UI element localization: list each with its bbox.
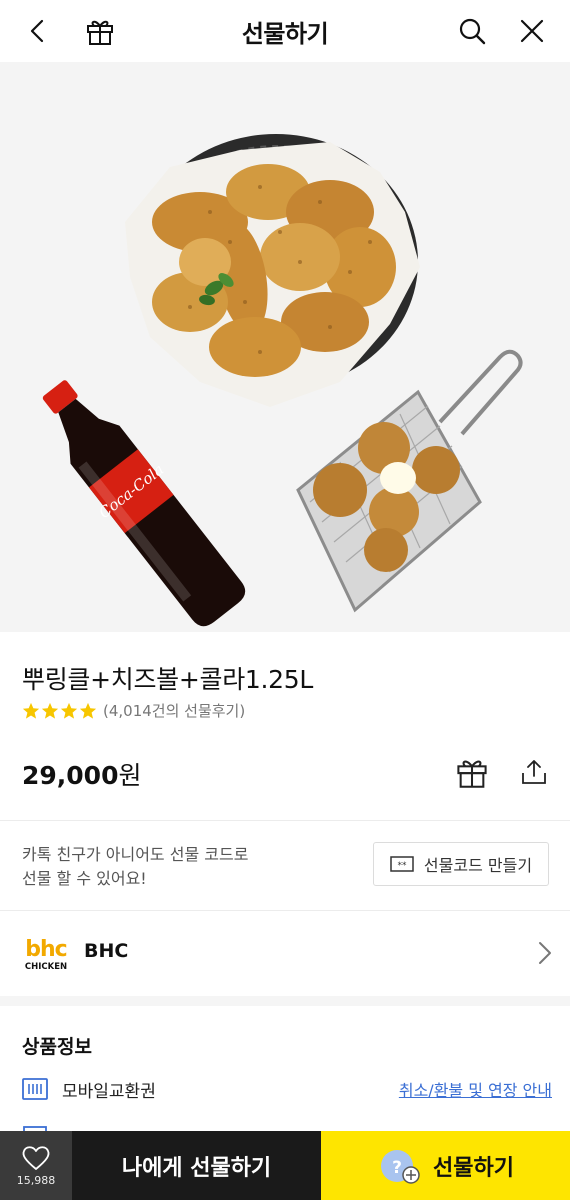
star-icon (60, 702, 78, 719)
info-label-voucher: 모바일교환권 (62, 1081, 156, 1102)
gift-to-self-label: 나에게 선물하기 (121, 1155, 272, 1181)
make-gift-code-label: 선물코드 만들기 (423, 856, 533, 875)
like-count: 15,988 (16, 1173, 56, 1187)
gift-button[interactable]: ? 선물하기 (321, 1131, 570, 1200)
search-icon (459, 18, 486, 45)
search-button[interactable] (452, 11, 492, 51)
gift-friend-icon: ? (381, 1149, 420, 1184)
brand-logo-text-top: bhc (25, 937, 66, 962)
gift-wrap-button[interactable] (452, 752, 492, 792)
brand-row[interactable]: bhc CHICKEN BHC (0, 912, 570, 994)
chevron-right-icon (539, 942, 551, 964)
brand-name: BHC (84, 940, 129, 962)
gift-icon (457, 760, 487, 788)
heart-icon (22, 1145, 50, 1170)
svg-text:?: ? (392, 1158, 402, 1178)
top-app-bar: 선물하기 (0, 0, 570, 62)
section-divider (0, 996, 570, 1006)
rating-row[interactable]: (4,014건의 선물후기) (22, 700, 245, 721)
product-title: 뿌링클+치즈볼+콜라1.25L (22, 665, 313, 694)
brand-logo: bhc CHICKEN (24, 934, 68, 972)
product-photo: Coca-Cola (42, 134, 523, 627)
gift-code-desc-line2: 선물 할 수 있어요! (22, 869, 147, 888)
svg-text:**: ** (397, 861, 407, 871)
star-rating (22, 702, 97, 720)
barcode-icon (22, 1076, 48, 1102)
brand-logo-text-bottom: CHICKEN (25, 962, 67, 972)
close-icon (520, 19, 544, 43)
divider (0, 820, 570, 821)
share-icon (522, 760, 546, 784)
price: 29,000원 (22, 756, 142, 792)
close-button[interactable] (512, 11, 552, 51)
gift-label: 선물하기 (433, 1155, 514, 1181)
like-button[interactable]: 15,988 (0, 1131, 72, 1200)
gift-code-description: 카톡 친구가 아니어도 선물 코드로 선물 할 수 있어요! (22, 843, 248, 891)
share-button[interactable] (514, 752, 554, 792)
make-gift-code-button[interactable]: ** 선물코드 만들기 (373, 842, 549, 886)
star-icon (41, 702, 59, 719)
product-info-title: 상품정보 (22, 1036, 92, 1058)
product-image[interactable]: Coca-Cola (0, 62, 570, 632)
gift-to-self-button[interactable]: 나에게 선물하기 (72, 1131, 321, 1200)
review-count: (4,014건의 선물후기) (103, 702, 246, 720)
price-number: 29,000 (22, 761, 119, 790)
ticket-code-icon: ** (390, 856, 414, 872)
price-unit: 원 (118, 761, 142, 790)
bottom-action-bar: 15,988 나에게 선물하기 ? 선물하기 (0, 1131, 570, 1200)
divider (0, 910, 570, 911)
info-row-voucher: 모바일교환권 취소/환불 및 연장 안내 (22, 1074, 552, 1104)
gift-code-desc-line1: 카톡 친구가 아니어도 선물 코드로 (22, 845, 249, 864)
refund-policy-link[interactable]: 취소/환불 및 연장 안내 (399, 1077, 552, 1101)
star-icon (22, 702, 40, 719)
star-icon (79, 702, 97, 719)
